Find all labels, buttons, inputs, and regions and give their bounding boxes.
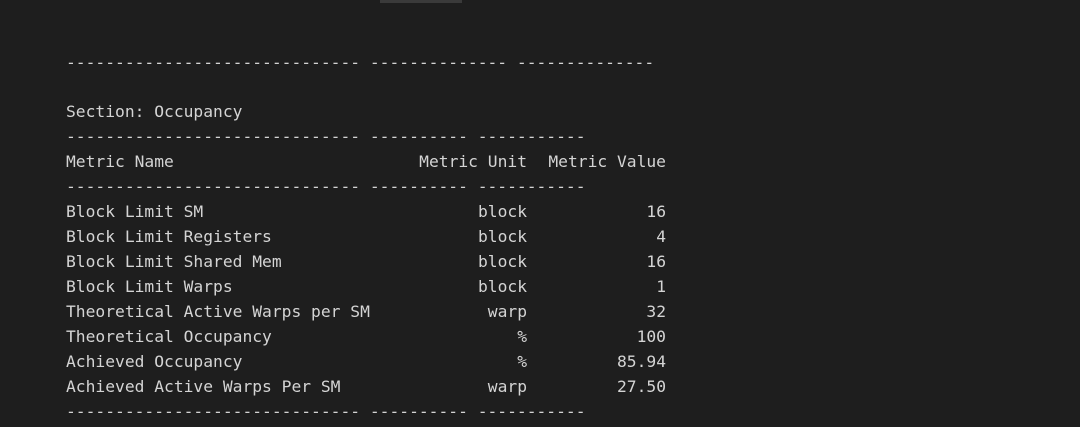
metrics-table: Block Limit SM block 16 Block Limit Regi… [66,199,666,399]
table-header: Metric Name Metric Unit Metric Value [66,149,666,174]
metric-value: 100 [636,327,666,346]
table-row: Theoretical Occupancy % 100 [66,324,666,349]
separator-rule-header-top: ------------------------------ ---------… [66,127,586,146]
metric-unit: block [477,252,527,271]
metric-name: Achieved Active Warps Per SM [66,377,341,396]
metric-name: Theoretical Occupancy [66,327,272,346]
metric-name: Theoretical Active Warps per SM [66,302,370,321]
metric-unit: % [517,352,527,371]
table-row: Achieved Active Warps Per SM warp 27.50 [66,374,666,399]
metric-unit: warp [487,302,527,321]
metric-unit: block [477,227,527,246]
table-row: Theoretical Active Warps per SM warp 32 [66,299,666,324]
separator-rule-bottom: ------------------------------ ---------… [66,402,586,421]
metric-value: 1 [656,277,666,296]
metric-name: Block Limit Registers [66,227,272,246]
metric-unit: block [477,277,527,296]
metric-unit: block [477,202,527,221]
separator-rule-header-bottom: ------------------------------ ---------… [66,177,586,196]
table-row: Achieved Occupancy % 85.94 [66,349,666,374]
table-row: Block Limit SM block 16 [66,199,666,224]
section-title: Section: Occupancy [66,102,243,121]
header-metric-name: Metric Name [66,152,174,171]
table-row: Block Limit Shared Mem block 16 [66,249,666,274]
terminal-window[interactable]: ------------------------------ ---------… [0,0,1080,427]
metric-name: Achieved Occupancy [66,352,243,371]
metric-unit: warp [487,377,527,396]
metric-name: Block Limit Shared Mem [66,252,282,271]
header-metric-unit: Metric Unit [419,152,527,171]
table-row: Block Limit Registers block 4 [66,224,666,249]
metric-value: 27.50 [616,377,666,396]
metric-value: 85.94 [616,352,666,371]
metric-value: 16 [646,202,666,221]
metric-name: Block Limit SM [66,202,204,221]
metric-unit: % [517,327,527,346]
table-row: Block Limit Warps block 1 [66,274,666,299]
header-metric-value: Metric Value [548,152,666,171]
metric-value: 16 [646,252,666,271]
separator-rule-top: ------------------------------ ---------… [66,53,655,72]
metric-name: Block Limit Warps [66,277,233,296]
window-tab[interactable] [380,0,462,3]
metric-value: 4 [656,227,666,246]
metric-value: 32 [646,302,666,321]
